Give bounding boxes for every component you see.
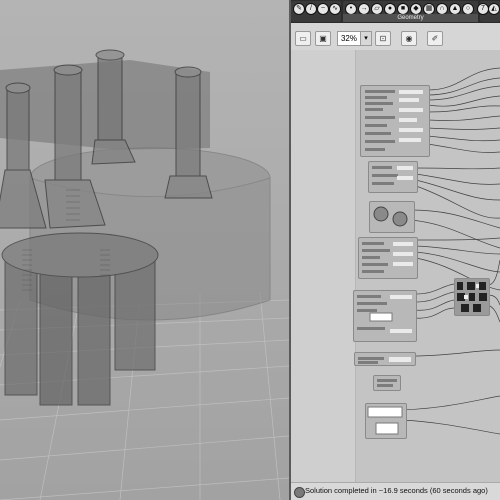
status-bar: Solution completed in ~16.9 seconds (60 … [291, 482, 500, 500]
component-group-4[interactable] [353, 290, 417, 342]
rhino-viewport[interactable] [0, 0, 289, 500]
group-2-ports [372, 166, 413, 185]
grasshopper-canvas[interactable] [291, 50, 500, 482]
nurbs-icon[interactable]: ∿ [329, 3, 341, 15]
zoom-extents-icon[interactable]: ⊡ [375, 31, 391, 46]
component-group-2[interactable] [368, 161, 418, 193]
component-ribbon: ✎ / ~ ∿ • → ▱ ● ■ ◆ ▦ ∩ ▲ ○ Geometry 7 ◭ [291, 0, 500, 23]
ribbon-group-more[interactable]: 7 ◭ [477, 1, 500, 22]
toggle-pair-component[interactable] [369, 201, 415, 233]
line-icon[interactable]: / [305, 3, 317, 15]
sketch-pen-icon[interactable]: ✐ [427, 31, 443, 46]
cluster-ports [365, 90, 423, 151]
group-3-ports [362, 242, 413, 273]
status-text: Solution completed in ~16.9 seconds (60 … [305, 486, 488, 495]
component-cluster-large[interactable] [360, 85, 430, 157]
component-group-3[interactable] [358, 237, 418, 279]
pen-icon[interactable]: ✎ [293, 3, 305, 15]
group-5-ports [457, 282, 487, 312]
status-icon [294, 487, 305, 498]
component-group-6[interactable] [354, 352, 416, 366]
curve-icon[interactable]: ~ [317, 3, 329, 15]
preview-eye-icon[interactable]: ◉ [401, 31, 417, 46]
triangle-icon[interactable]: ◭ [488, 3, 500, 15]
save-icon[interactable]: ▣ [315, 31, 331, 46]
group-6-ports [358, 357, 411, 364]
toggle-buttons [373, 206, 408, 227]
group-4-ports [357, 295, 412, 333]
ribbon-group-label: Geometry [343, 14, 478, 22]
ribbon-group-curve[interactable]: ✎ / ~ ∿ [291, 1, 341, 22]
small-ports [377, 379, 397, 387]
component-small[interactable] [373, 375, 401, 391]
canvas-toolbar: ▭ ▣ 32% ▾ ⊡ ◉ ✐ [291, 28, 500, 48]
zoom-level-field[interactable]: 32% [337, 31, 361, 46]
grasshopper-panel: ✎ / ~ ∿ • → ▱ ● ■ ◆ ▦ ∩ ▲ ○ Geometry 7 ◭… [291, 0, 500, 500]
ribbon-group-geometry[interactable]: • → ▱ ● ■ ◆ ▦ ∩ ▲ ○ Geometry [343, 1, 478, 22]
open-file-icon[interactable]: ▭ [295, 31, 311, 46]
zoom-dropdown-button[interactable]: ▾ [360, 31, 372, 46]
component-group-5[interactable] [454, 278, 490, 316]
viewport-scene [0, 0, 289, 500]
panel-boxes [367, 406, 403, 435]
panel-component[interactable] [365, 403, 407, 439]
